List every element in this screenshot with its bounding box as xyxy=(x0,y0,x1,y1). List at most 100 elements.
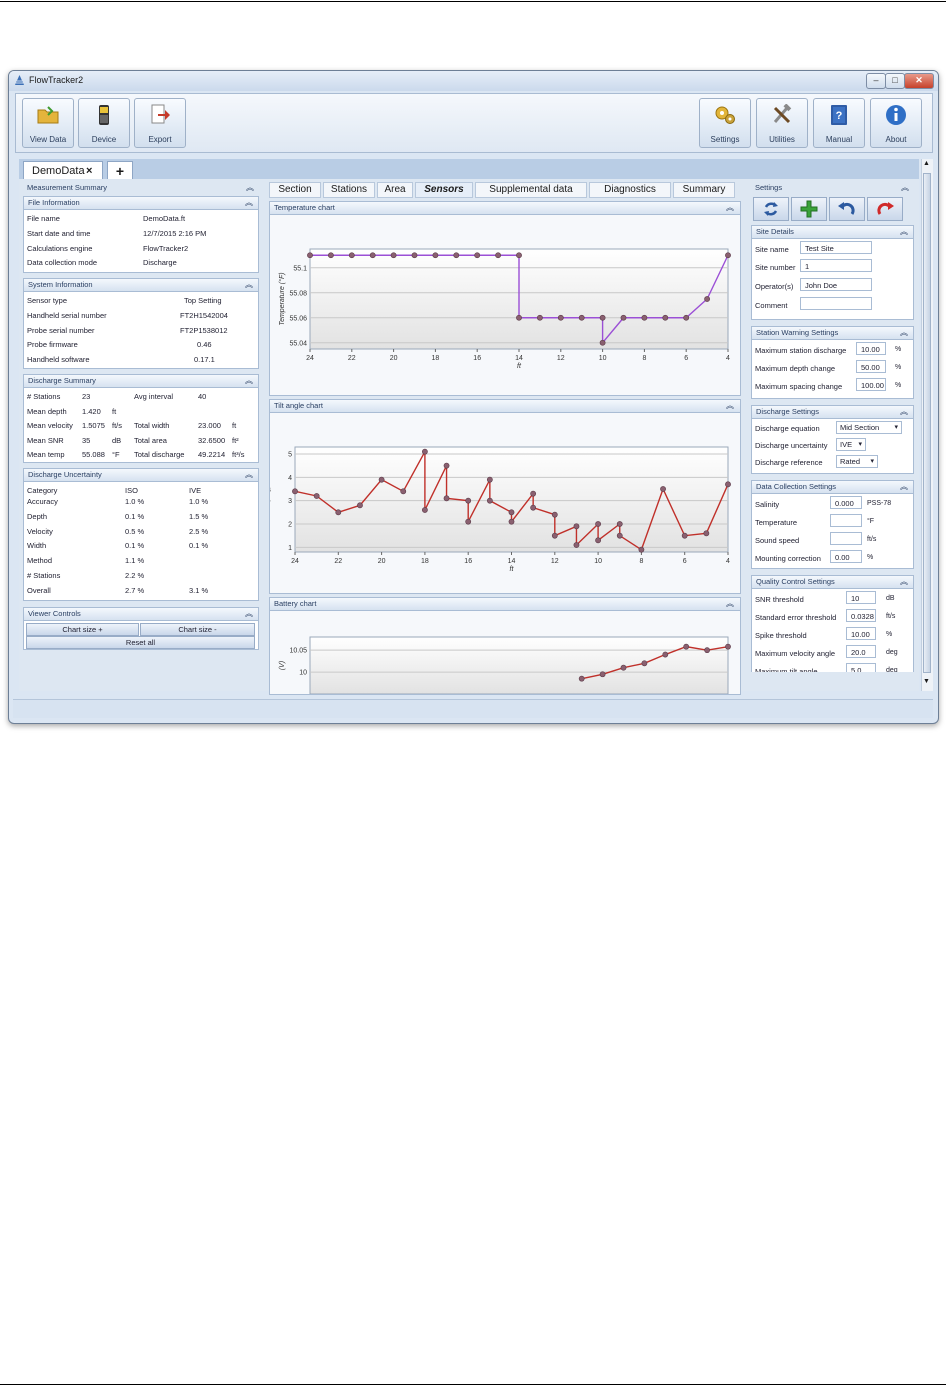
temperature-chart-header[interactable]: Temperature chart ︽ xyxy=(270,202,740,215)
tab-sensors[interactable]: Sensors xyxy=(415,182,473,198)
quality-control-header[interactable]: Quality Control Settings ︽ xyxy=(751,575,914,589)
battery-chart[interactable]: 10 10.05(V) xyxy=(270,611,740,695)
discharge-summary-title: Discharge Summary xyxy=(28,376,96,385)
discharge-summary-k1-label: Mean SNR xyxy=(27,435,64,445)
file-information-header[interactable]: File Information ︽ xyxy=(23,196,259,210)
collapse-icon[interactable]: ︽ xyxy=(245,375,253,387)
add-button[interactable] xyxy=(791,197,827,221)
setting-field[interactable]: 10.00 xyxy=(846,627,876,640)
undo-button[interactable] xyxy=(829,197,865,221)
comment-field[interactable] xyxy=(800,297,872,310)
scroll-down-arrow[interactable]: ▼ xyxy=(923,678,930,685)
setting-field[interactable]: 50.00 xyxy=(856,360,886,373)
tab-diagnostics[interactable]: Diagnostics xyxy=(589,182,671,198)
discharge-reference-select[interactable]: Rated xyxy=(836,455,878,468)
site-name-label: Site name xyxy=(755,245,789,254)
add-tab-button[interactable]: + xyxy=(107,161,133,180)
refresh-button[interactable] xyxy=(753,197,789,221)
export-button[interactable]: Export xyxy=(134,98,186,148)
setting-unit: % xyxy=(895,346,902,353)
discharge-uncertainty-title: Discharge Uncertainty xyxy=(28,470,102,479)
tilt-angle-chart-header[interactable]: Tilt angle chart ︽ xyxy=(270,400,740,413)
data-point xyxy=(530,504,537,511)
setting-field[interactable]: 10.00 xyxy=(856,342,886,355)
site-number-field[interactable]: 1 xyxy=(800,259,872,272)
settings-header[interactable]: Settings ︽ xyxy=(751,182,914,194)
discharge-uncertainty-header[interactable]: Discharge Uncertainty ︽ xyxy=(23,468,259,482)
collapse-icon[interactable]: ︽ xyxy=(245,279,253,291)
setting-field[interactable] xyxy=(830,532,862,545)
setting-field[interactable]: 20.0 xyxy=(846,645,876,658)
title-bar[interactable]: FlowTracker2 – □ ✕ xyxy=(9,71,938,91)
tab-stations[interactable]: Stations xyxy=(323,182,375,198)
device-button[interactable]: Device xyxy=(78,98,130,148)
collapse-icon[interactable]: ︽ xyxy=(245,197,253,209)
measurement-summary-header[interactable]: Measurement Summary ︽ xyxy=(23,182,259,194)
setting-field[interactable] xyxy=(830,514,862,527)
temperature-chart-title: Temperature chart xyxy=(274,203,335,212)
collapse-icon[interactable]: ︽ xyxy=(900,327,908,339)
collapse-icon[interactable]: ︽ xyxy=(900,576,908,588)
minimize-button[interactable]: – xyxy=(866,73,886,89)
chart-size-plus-button[interactable]: Chart size + xyxy=(26,623,139,636)
collapse-icon[interactable]: ︽ xyxy=(726,202,734,214)
redo-button[interactable] xyxy=(867,197,903,221)
device-label: Device xyxy=(91,135,117,144)
operator-field[interactable]: John Doe xyxy=(800,278,872,291)
collapse-icon[interactable]: ︽ xyxy=(245,608,253,620)
setting-field[interactable]: 0.000 xyxy=(830,496,862,509)
view-data-button[interactable]: View Data xyxy=(22,98,74,148)
discharge-summary-v1-value: 23 xyxy=(82,392,91,401)
tilt-angle-chart[interactable]: 123452422201816141210864ftTilt (deg) xyxy=(264,413,740,593)
data-point xyxy=(421,448,428,455)
scroll-up-arrow[interactable]: ▲ xyxy=(923,160,930,167)
data-point xyxy=(638,546,645,553)
collapse-icon[interactable]: ︽ xyxy=(726,598,734,610)
about-button[interactable]: About xyxy=(870,98,922,148)
tab-summary[interactable]: Summary xyxy=(673,182,735,198)
utilities-button[interactable]: Utilities xyxy=(756,98,808,148)
setting-field[interactable]: 10 xyxy=(846,591,876,604)
document-tab-demodata[interactable]: DemoData × xyxy=(23,161,103,180)
battery-chart-header[interactable]: Battery chart ︽ xyxy=(270,598,740,611)
data-point xyxy=(411,252,418,259)
tab-supplemental-data[interactable]: Supplemental data xyxy=(475,182,587,198)
temperature-chart[interactable]: 55.04 55.06 55.08 55.1 24 22 20 18 16 14 12 10 8 6 4 ft… xyxy=(270,215,740,395)
setting-field[interactable]: 5.0 xyxy=(846,663,876,672)
site-name-field[interactable]: Test Site xyxy=(800,241,872,254)
settings-button[interactable]: Settings xyxy=(699,98,751,148)
reset-all-button[interactable]: Reset all xyxy=(26,636,255,649)
collapse-icon[interactable]: ︽ xyxy=(900,481,908,493)
system-information-header[interactable]: System Information ︽ xyxy=(23,278,259,292)
collapse-icon[interactable]: ︽ xyxy=(900,406,908,418)
collapse-icon[interactable]: ︽ xyxy=(900,226,908,238)
tab-section[interactable]: Section xyxy=(269,182,321,198)
collapse-icon[interactable]: ︽ xyxy=(901,182,909,194)
undo-icon xyxy=(838,202,855,215)
maximize-button[interactable]: □ xyxy=(885,73,905,89)
site-details-header[interactable]: Site Details ︽ xyxy=(751,225,914,239)
discharge-uncertainty-select[interactable]: IVE xyxy=(836,438,866,451)
scrollbar-thumb[interactable] xyxy=(923,173,931,673)
collapse-icon[interactable]: ︽ xyxy=(246,182,254,194)
manual-button[interactable]: ? Manual xyxy=(813,98,865,148)
tab-area[interactable]: Area xyxy=(377,182,413,198)
collapse-icon[interactable]: ︽ xyxy=(726,400,734,412)
setting-field[interactable]: 100.00 xyxy=(856,378,886,391)
collapse-icon[interactable]: ︽ xyxy=(245,469,253,481)
setting-field[interactable]: 0.00 xyxy=(830,550,862,563)
station-warning-header[interactable]: Station Warning Settings ︽ xyxy=(751,326,914,340)
close-tab-icon[interactable]: × xyxy=(86,162,92,180)
discharge-summary-header[interactable]: Discharge Summary ︽ xyxy=(23,374,259,388)
data-collection-header[interactable]: Data Collection Settings ︽ xyxy=(751,480,914,494)
close-button[interactable]: ✕ xyxy=(904,73,934,89)
discharge-summary-k2-label: Total width xyxy=(134,421,170,431)
discharge-equation-select[interactable]: Mid Section xyxy=(836,421,902,434)
setting-label: Maximum tilt angle xyxy=(755,667,818,672)
setting-field[interactable]: 0.0328 xyxy=(846,609,876,622)
discharge-settings-header[interactable]: Discharge Settings ︽ xyxy=(751,405,914,419)
vertical-scrollbar[interactable]: ▲ ▼ xyxy=(921,159,933,691)
viewer-controls-header[interactable]: Viewer Controls ︽ xyxy=(23,607,259,621)
chart-size-minus-button[interactable]: Chart size - xyxy=(140,623,255,636)
data-point xyxy=(474,252,481,259)
